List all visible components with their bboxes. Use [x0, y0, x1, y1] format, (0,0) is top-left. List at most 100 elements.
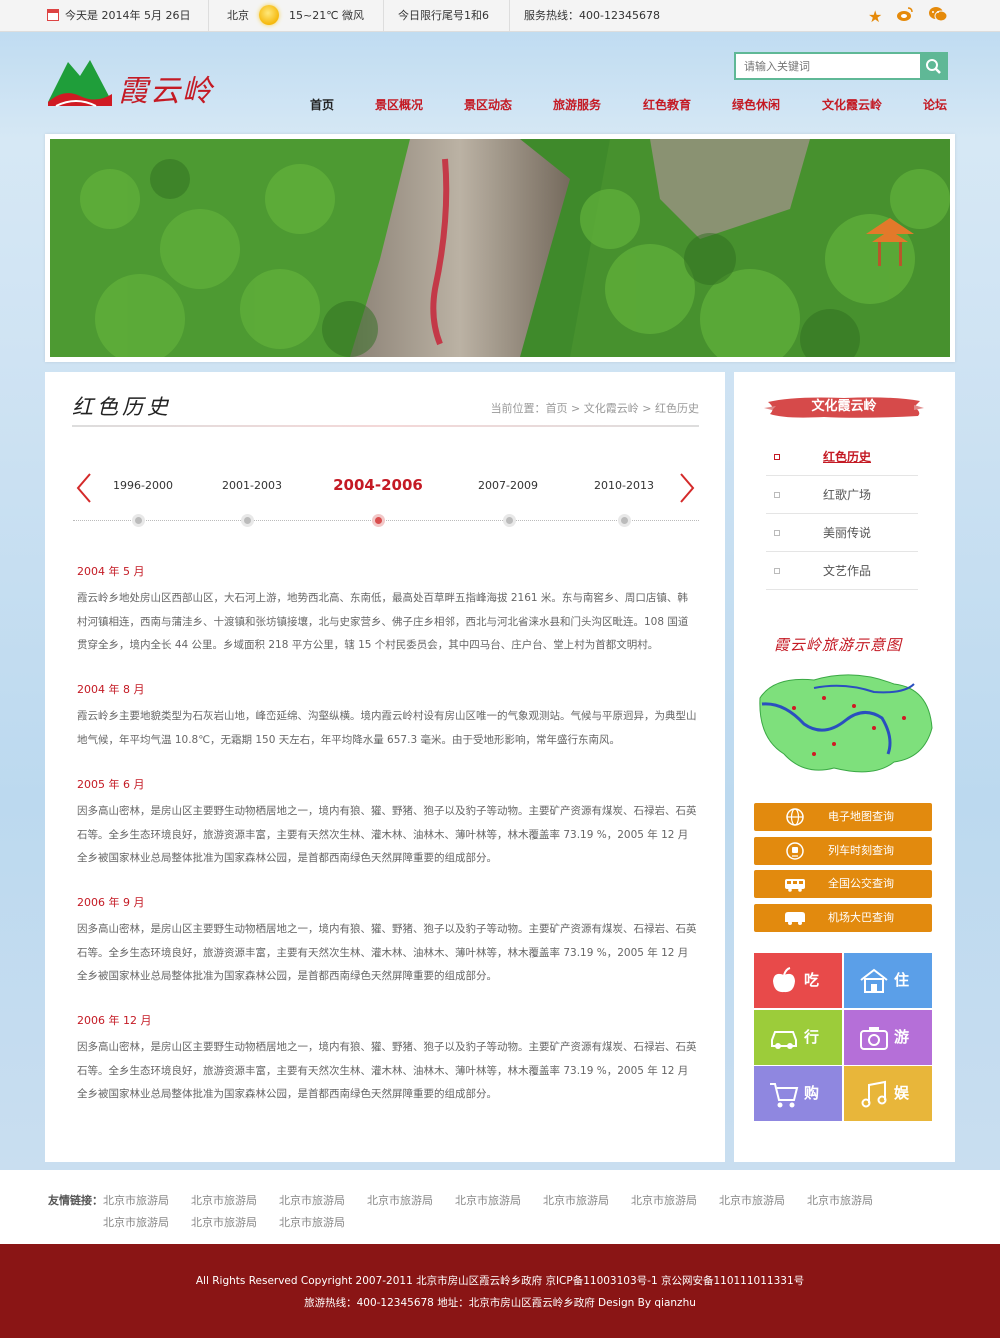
map-title: 霞云岭旅游示意图	[774, 636, 903, 654]
entry-text: 因多高山密林，是房山区主要野生动物栖居地之一，境内有狼、獾、野猪、狍子以及豹子等…	[77, 805, 697, 864]
camera-icon	[860, 1027, 888, 1050]
friend-link[interactable]: 北京市旅游局	[719, 1192, 785, 1208]
history-entry: 2005 年 6 月 因多高山密林，是房山区主要野生动物栖居地之一，境内有狼、獾…	[77, 776, 697, 871]
nav-item-services[interactable]: 旅游服务	[553, 96, 601, 113]
search-icon	[926, 59, 941, 74]
nav-item-overview[interactable]: 景区概况	[375, 96, 423, 113]
bullet-icon	[774, 568, 780, 574]
music-icon	[861, 1080, 887, 1108]
breadcrumb-prefix: 当前位置：	[490, 402, 546, 415]
site-logo[interactable]: 霞云岭	[46, 52, 216, 116]
timeline-year[interactable]: 2010-2013	[579, 479, 669, 492]
car-icon	[771, 1031, 797, 1049]
entry-text: 因多高山密林，是房山区主要野生动物栖居地之一，境内有狼、獾、野猪、狍子以及豹子等…	[77, 1041, 697, 1100]
query-label: 列车时刻查询	[828, 844, 894, 857]
tile-label: 购	[804, 1084, 820, 1102]
page-title: 红色历史	[72, 395, 172, 419]
search-input[interactable]	[736, 54, 922, 78]
friend-link[interactable]: 北京市旅游局	[631, 1192, 697, 1208]
weibo-icon[interactable]	[896, 6, 914, 27]
timeline-dot-active[interactable]	[372, 514, 385, 527]
friend-link[interactable]: 北京市旅游局	[543, 1192, 609, 1208]
sun-icon	[259, 5, 279, 25]
tile-eat[interactable]: 吃	[754, 953, 842, 1008]
tile-fun[interactable]: 娱	[844, 1066, 932, 1121]
bullet-icon	[774, 492, 780, 498]
entry-text: 因多高山密林，是房山区主要野生动物栖居地之一，境内有狼、獾、野猪、狍子以及豹子等…	[77, 923, 697, 982]
friend-link[interactable]: 北京市旅游局	[279, 1214, 345, 1230]
entry-text: 霞云岭乡主要地貌类型为石灰岩山地，峰峦延绵、沟壑纵横。境内霞云岭村设有房山区唯一…	[77, 710, 697, 746]
query-label: 电子地图查询	[828, 810, 894, 823]
coach-icon	[785, 912, 805, 925]
tile-stay[interactable]: 住	[844, 953, 932, 1008]
star-icon[interactable]: ★	[868, 7, 882, 27]
entry-date: 2004 年 8 月	[77, 683, 145, 696]
nav-item-red-education[interactable]: 红色教育	[643, 96, 691, 113]
sidebar-item-legends[interactable]: 美丽传说	[766, 514, 918, 552]
friend-link[interactable]: 北京市旅游局	[807, 1192, 873, 1208]
nav-item-culture[interactable]: 文化霞云岭	[822, 96, 882, 113]
house-icon	[860, 968, 888, 993]
sidebar-item-red-songs[interactable]: 红歌广场	[766, 476, 918, 514]
tile-tour[interactable]: 游	[844, 1010, 932, 1065]
friend-link[interactable]: 北京市旅游局	[367, 1192, 433, 1208]
friend-link[interactable]: 北京市旅游局	[191, 1192, 257, 1208]
timeline-dot[interactable]	[618, 514, 631, 527]
friend-link[interactable]: 北京市旅游局	[103, 1214, 169, 1230]
date-cell: 今天是 2014年 5月 26日	[45, 0, 209, 32]
hero-banner	[45, 134, 955, 362]
sidebar-item-label: 文艺作品	[823, 564, 872, 578]
friend-link[interactable]: 北京市旅游局	[191, 1214, 257, 1230]
bus-query-button[interactable]: 全国公交查询	[754, 870, 932, 898]
entry-date: 2004 年 5 月	[77, 565, 145, 578]
tile-label: 行	[804, 1028, 820, 1046]
chevron-left-icon	[76, 473, 91, 503]
main-nav: 首页 景区概况 景区动态 旅游服务 红色教育 绿色休闲 文化霞云岭 论坛	[300, 96, 960, 116]
weather-cell: 北京 15~21℃ 微风	[209, 0, 384, 32]
site-footer: All Rights Reserved Copyright 2007-2011 …	[0, 1244, 1000, 1338]
sidebar-item-red-history[interactable]: 红色历史	[766, 438, 918, 476]
friend-links: 友情链接： 北京市旅游局 北京市旅游局 北京市旅游局 北京市旅游局 北京市旅游局…	[0, 1170, 1000, 1244]
sidebar-item-arts[interactable]: 文艺作品	[766, 552, 918, 590]
timeline-dot[interactable]	[132, 514, 145, 527]
breadcrumb-sep: >	[638, 402, 655, 415]
map-query-button[interactable]: 电子地图查询	[754, 803, 932, 831]
nav-item-forum[interactable]: 论坛	[923, 96, 947, 113]
timeline-prev-arrow[interactable]	[75, 472, 93, 510]
chevron-right-icon	[680, 473, 695, 503]
search-button[interactable]	[920, 54, 946, 78]
tile-shop[interactable]: 购	[754, 1066, 842, 1121]
train-query-button[interactable]: 列车时刻查询	[754, 837, 932, 865]
airport-bus-query-button[interactable]: 机场大巴查询	[754, 904, 932, 932]
breadcrumb-parent[interactable]: 文化霞云岭	[584, 402, 639, 415]
friend-link[interactable]: 北京市旅游局	[103, 1192, 169, 1208]
breadcrumb-home[interactable]: 首页	[546, 402, 568, 415]
bus-icon	[785, 879, 805, 892]
main-content: 红色历史 当前位置：首页 > 文化霞云岭 > 红色历史 1996-2000 20…	[45, 372, 725, 1162]
weather-text: 15~21℃ 微风	[289, 9, 365, 22]
friend-link[interactable]: 北京市旅游局	[279, 1192, 345, 1208]
date-text: 今天是 2014年 5月 26日	[65, 9, 191, 22]
timeline-dot[interactable]	[241, 514, 254, 527]
tile-travel[interactable]: 行	[754, 1010, 842, 1065]
apple-icon	[773, 967, 795, 993]
tile-label: 吃	[804, 971, 820, 989]
nav-item-home[interactable]: 首页	[310, 96, 334, 113]
wechat-icon[interactable]	[928, 6, 948, 27]
globe-icon	[786, 808, 804, 826]
nav-item-green-leisure[interactable]: 绿色休闲	[732, 96, 780, 113]
tourism-map[interactable]	[754, 658, 936, 782]
timeline-year[interactable]: 1996-2000	[98, 479, 188, 492]
timeline-year[interactable]: 2007-2009	[463, 479, 553, 492]
entry-date: 2006 年 9 月	[77, 896, 145, 909]
query-label: 全国公交查询	[828, 877, 894, 890]
timeline-next-arrow[interactable]	[678, 472, 696, 510]
entry-date: 2005 年 6 月	[77, 778, 145, 791]
nav-item-news[interactable]: 景区动态	[464, 96, 512, 113]
sidebar-item-label: 美丽传说	[823, 526, 872, 540]
timeline-year[interactable]: 2001-2003	[207, 479, 297, 492]
friend-link[interactable]: 北京市旅游局	[455, 1192, 521, 1208]
timeline-dot[interactable]	[503, 514, 516, 527]
sidebar-ribbon-label: 文化霞云岭	[811, 399, 877, 414]
timeline-year-active[interactable]: 2004-2006	[333, 476, 423, 494]
